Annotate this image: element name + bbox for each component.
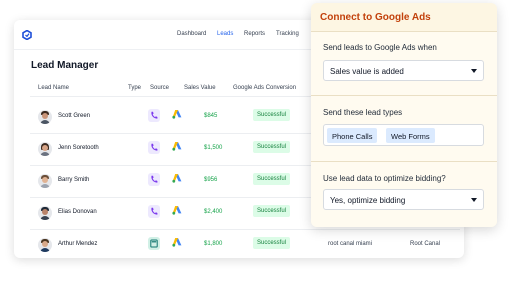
google-ads-icon [172,142,182,151]
status-badge: Successful [253,173,291,185]
lead-name[interactable]: Scott Green [58,113,90,119]
table-row[interactable]: Arthur Mendez $1,800 Successful root can… [30,230,460,258]
send-when-section: Send leads to Google Ads when Sales valu… [311,31,497,95]
nav-reports[interactable]: Reports [244,31,265,37]
page-title: Lead Manager [31,60,99,71]
google-ads-icon [172,110,182,119]
sales-value: $845 [204,113,218,119]
col-source[interactable]: Source [150,85,169,91]
lead-name[interactable]: Jenn Soretooth [58,145,99,151]
sales-value: $2,400 [204,209,223,215]
phone-icon [148,141,160,154]
avatar [38,174,52,188]
google-ads-icon [172,206,182,215]
status-badge: Successful [253,109,291,121]
avatar [38,110,52,124]
status-badge: Successful [253,141,291,153]
chip-phone-calls[interactable]: Phone Calls [327,128,378,143]
col-type[interactable]: Type [128,85,141,91]
col-sales-value[interactable]: Sales Value [184,85,216,91]
chip-web-forms[interactable]: Web Forms [386,128,435,143]
sales-value: $1,500 [204,145,223,151]
keyword: root canal miami [328,241,373,247]
avatar [38,206,52,220]
avatar [38,142,52,156]
col-lead-name[interactable]: Lead Name [38,85,69,91]
lead-name[interactable]: Arthur Mendez [58,241,97,247]
chevron-down-icon[interactable] [471,69,477,73]
app-logo-icon[interactable] [22,30,32,40]
lead-name[interactable]: Elias Donovan [58,209,97,215]
optimize-select[interactable]: Yes, optimize bidding [323,189,484,210]
send-when-label: Send leads to Google Ads when [323,43,437,52]
sales-value: $956 [204,177,218,183]
chevron-down-icon[interactable] [471,198,477,202]
nav-dashboard[interactable]: Dashboard [177,31,206,37]
campaign: Root Canal [410,241,441,247]
phone-icon [148,109,160,122]
lead-types-section: Send these lead types Phone Calls Web Fo… [311,95,497,161]
lead-name[interactable]: Barry Smith [58,177,89,183]
status-badge: Successful [253,205,291,217]
card-body: Send leads to Google Ads when Sales valu… [311,31,497,227]
optimize-label: Use lead data to optimize bidding? [323,174,446,183]
connect-google-ads-card: Connect to Google Ads Send leads to Goog… [311,3,497,227]
card-title: Connect to Google Ads [320,12,431,23]
web-form-icon [148,237,160,250]
optimize-section: Use lead data to optimize bidding? Yes, … [311,161,497,227]
send-when-value: Sales value is added [330,67,404,76]
nav-leads[interactable]: Leads [217,31,233,37]
sales-value: $1,800 [204,241,223,247]
lead-types-input[interactable]: Phone Calls Web Forms [323,124,484,146]
google-ads-icon [172,174,182,183]
avatar [38,238,52,252]
lead-types-label: Send these lead types [323,108,403,117]
status-badge: Successful [253,237,291,249]
nav-tracking[interactable]: Tracking [276,31,299,37]
phone-icon [148,173,160,186]
google-ads-icon [172,238,182,247]
optimize-value: Yes, optimize bidding [330,196,406,205]
col-ads-conversion[interactable]: Google Ads Conversion [233,85,296,91]
send-when-select[interactable]: Sales value is added [323,60,484,81]
phone-icon [148,205,160,218]
